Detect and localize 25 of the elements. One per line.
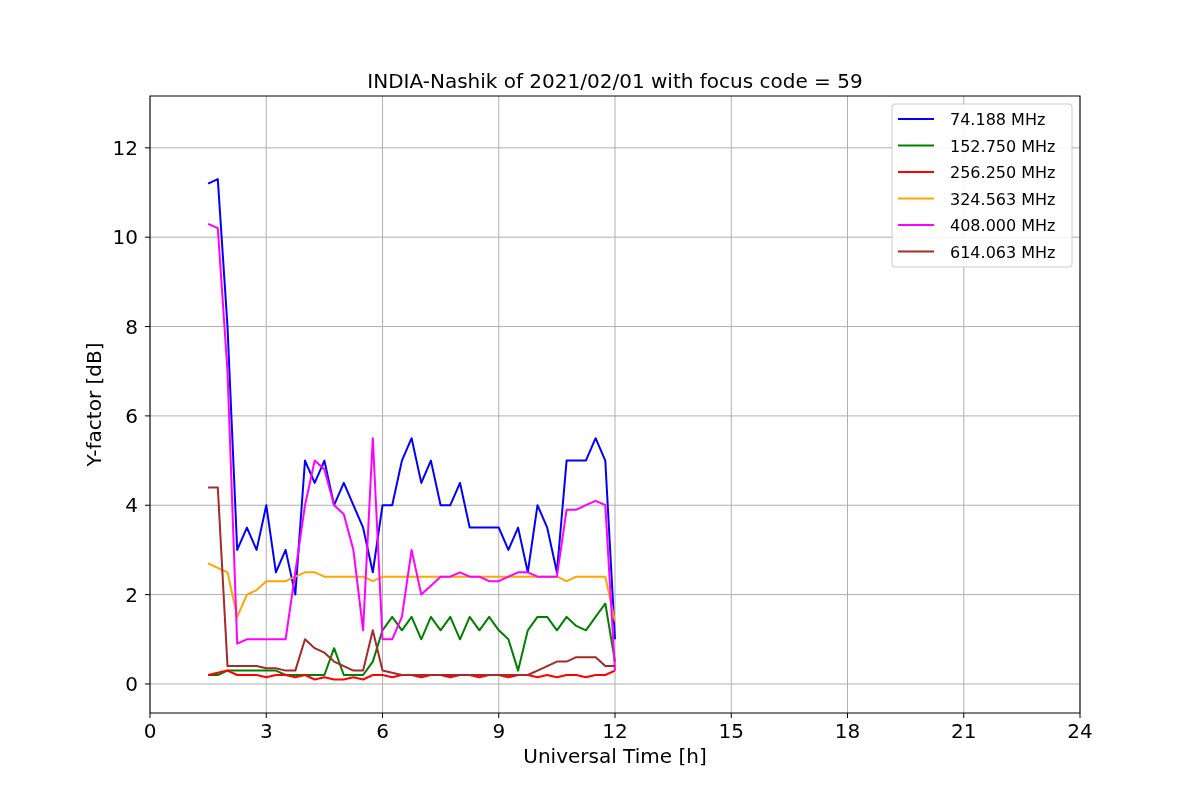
x-tick-label: 12: [602, 719, 628, 743]
x-tick-label: 6: [376, 719, 389, 743]
y-tick-label: 6: [125, 403, 138, 428]
x-tick-label: 24: [1067, 719, 1093, 743]
legend-label: 256.250 MHz: [950, 163, 1056, 182]
y-axis-label: Y-factor [dB]: [82, 342, 106, 467]
y-tick-label: 8: [125, 314, 138, 339]
y-tick-label: 0: [125, 671, 138, 696]
y-tick-label: 4: [125, 493, 138, 518]
legend-label: 614.063 MHz: [950, 242, 1056, 262]
x-tick-label: 9: [492, 719, 506, 743]
y-tick-label: 2: [125, 582, 138, 607]
x-tick-label: 21: [951, 719, 977, 743]
x-tick-label: 18: [834, 719, 861, 743]
legend-label: 408.000 MHz: [950, 216, 1056, 235]
y-tick-label: 12: [112, 135, 138, 160]
legend-label: 152.750 MHz: [950, 136, 1056, 156]
chart-title: INDIA-Nashik of 2021/02/01 with focus code = 59: [367, 69, 863, 93]
x-tick-label: 0: [143, 719, 157, 743]
x-tick-label: 15: [718, 719, 744, 743]
x-tick-label: 3: [259, 719, 273, 743]
y-tick-label: 10: [112, 225, 138, 250]
legend-label: 74.188 MHz: [950, 110, 1046, 129]
x-axis-label: Universal Time [h]: [523, 744, 707, 768]
legend-label: 324.563 MHz: [950, 189, 1056, 209]
